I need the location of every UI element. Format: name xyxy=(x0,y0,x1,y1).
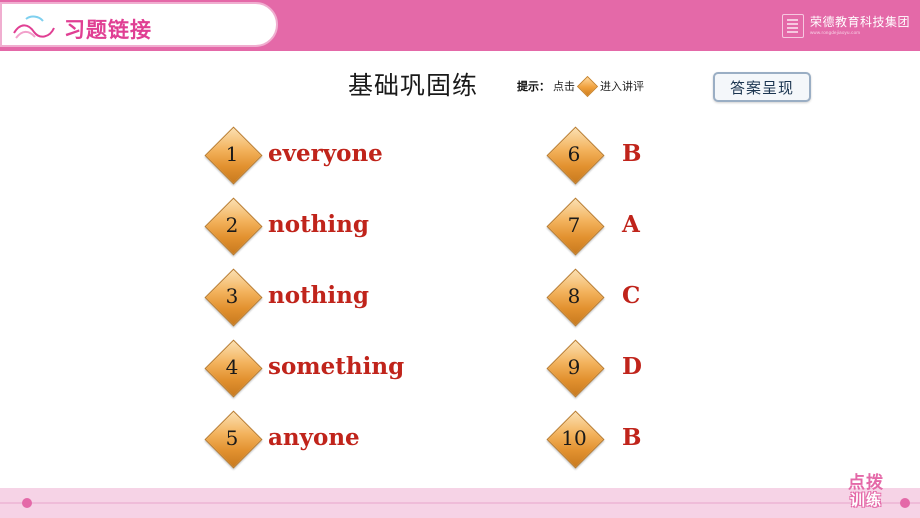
footer-dot xyxy=(22,498,32,508)
list-item[interactable]: 8 C xyxy=(546,260,642,331)
answer-text: something xyxy=(268,353,405,380)
question-number: 4 xyxy=(225,354,239,379)
question-diamond-1[interactable]: 1 xyxy=(204,126,263,184)
list-item[interactable]: 1 everyone xyxy=(204,118,404,189)
hint-before-text: 点击 xyxy=(553,80,575,93)
show-answers-button[interactable]: 答案呈现 xyxy=(713,72,811,102)
hint-label: 提示： xyxy=(517,80,550,93)
question-number: 6 xyxy=(567,141,581,166)
answer-text: D xyxy=(622,353,642,380)
footer-logo: 点拨 训练 xyxy=(826,474,906,514)
answer-text: nothing xyxy=(268,211,369,238)
list-item[interactable]: 2 nothing xyxy=(204,189,404,260)
hint-after-text: 进入讲评 xyxy=(600,80,644,93)
book-icon xyxy=(781,14,804,38)
question-number: 9 xyxy=(567,354,581,379)
list-item[interactable]: 6 B xyxy=(546,118,642,189)
show-answers-button-label: 答案呈现 xyxy=(729,78,794,97)
brand-text: 荣德教育科技集团 www.rongdejiaoyu.com xyxy=(810,16,910,35)
brand-logo: 荣德教育科技集团 www.rongdejiaoyu.com xyxy=(781,12,910,40)
question-diamond-9[interactable]: 9 xyxy=(546,339,605,397)
question-diamond-2[interactable]: 2 xyxy=(204,197,263,255)
answer-text: nothing xyxy=(268,282,369,309)
question-diamond-8[interactable]: 8 xyxy=(546,268,605,326)
answer-text: C xyxy=(622,282,641,309)
header-bar: 习题链接 荣德教育科技集团 www.rongdejiaoyu.com xyxy=(0,0,920,51)
question-number: 2 xyxy=(225,212,239,237)
question-number: 7 xyxy=(567,212,581,237)
answer-text: anyone xyxy=(268,424,360,451)
hint-row: 提示： 点击 进入讲评 xyxy=(517,75,644,97)
wave-decoration-icon xyxy=(13,15,55,39)
question-number: 5 xyxy=(225,425,239,450)
question-number: 10 xyxy=(561,425,587,450)
list-item[interactable]: 9 D xyxy=(546,331,642,402)
page-title: 习题链接 xyxy=(64,18,152,42)
question-diamond-4[interactable]: 4 xyxy=(204,339,263,397)
footer-logo-line1: 点拨 xyxy=(848,473,884,493)
slide: 习题链接 荣德教育科技集团 www.rongdejiaoyu.com 基础巩固练… xyxy=(0,0,920,518)
question-diamond-7[interactable]: 7 xyxy=(546,197,605,255)
footer-bar: 点拨 训练 xyxy=(0,474,920,518)
question-diamond-3[interactable]: 3 xyxy=(204,268,263,326)
section-heading: 基础巩固练 xyxy=(348,71,479,100)
question-number: 8 xyxy=(567,283,581,308)
answer-text: A xyxy=(622,211,640,238)
list-item[interactable]: 7 A xyxy=(546,189,642,260)
question-number: 3 xyxy=(225,283,239,308)
answer-text: B xyxy=(622,140,642,167)
question-number: 1 xyxy=(225,141,239,166)
answer-text: B xyxy=(622,424,642,451)
answer-column-right: 6 B 7 A 8 C 9 D 10 B xyxy=(546,118,642,473)
brand-name-en: www.rongdejiaoyu.com xyxy=(809,29,861,35)
list-item[interactable]: 4 something xyxy=(204,331,405,402)
question-diamond-6[interactable]: 6 xyxy=(546,126,605,184)
list-item[interactable]: 5 anyone xyxy=(204,402,404,473)
title-pill: 习题链接 xyxy=(0,2,278,47)
diamond-icon xyxy=(576,75,599,97)
footer-divider xyxy=(0,502,920,504)
brand-name-cn: 荣德教育科技集团 xyxy=(809,15,910,30)
list-item[interactable]: 3 nothing xyxy=(204,260,404,331)
footer-logo-line2: 训练 xyxy=(849,491,882,509)
answer-text: everyone xyxy=(268,140,383,167)
answer-column-left: 1 everyone 2 nothing 3 nothing 4 somethi… xyxy=(204,118,405,473)
question-diamond-10[interactable]: 10 xyxy=(546,410,605,468)
question-diamond-5[interactable]: 5 xyxy=(204,410,263,468)
list-item[interactable]: 10 B xyxy=(546,402,642,473)
